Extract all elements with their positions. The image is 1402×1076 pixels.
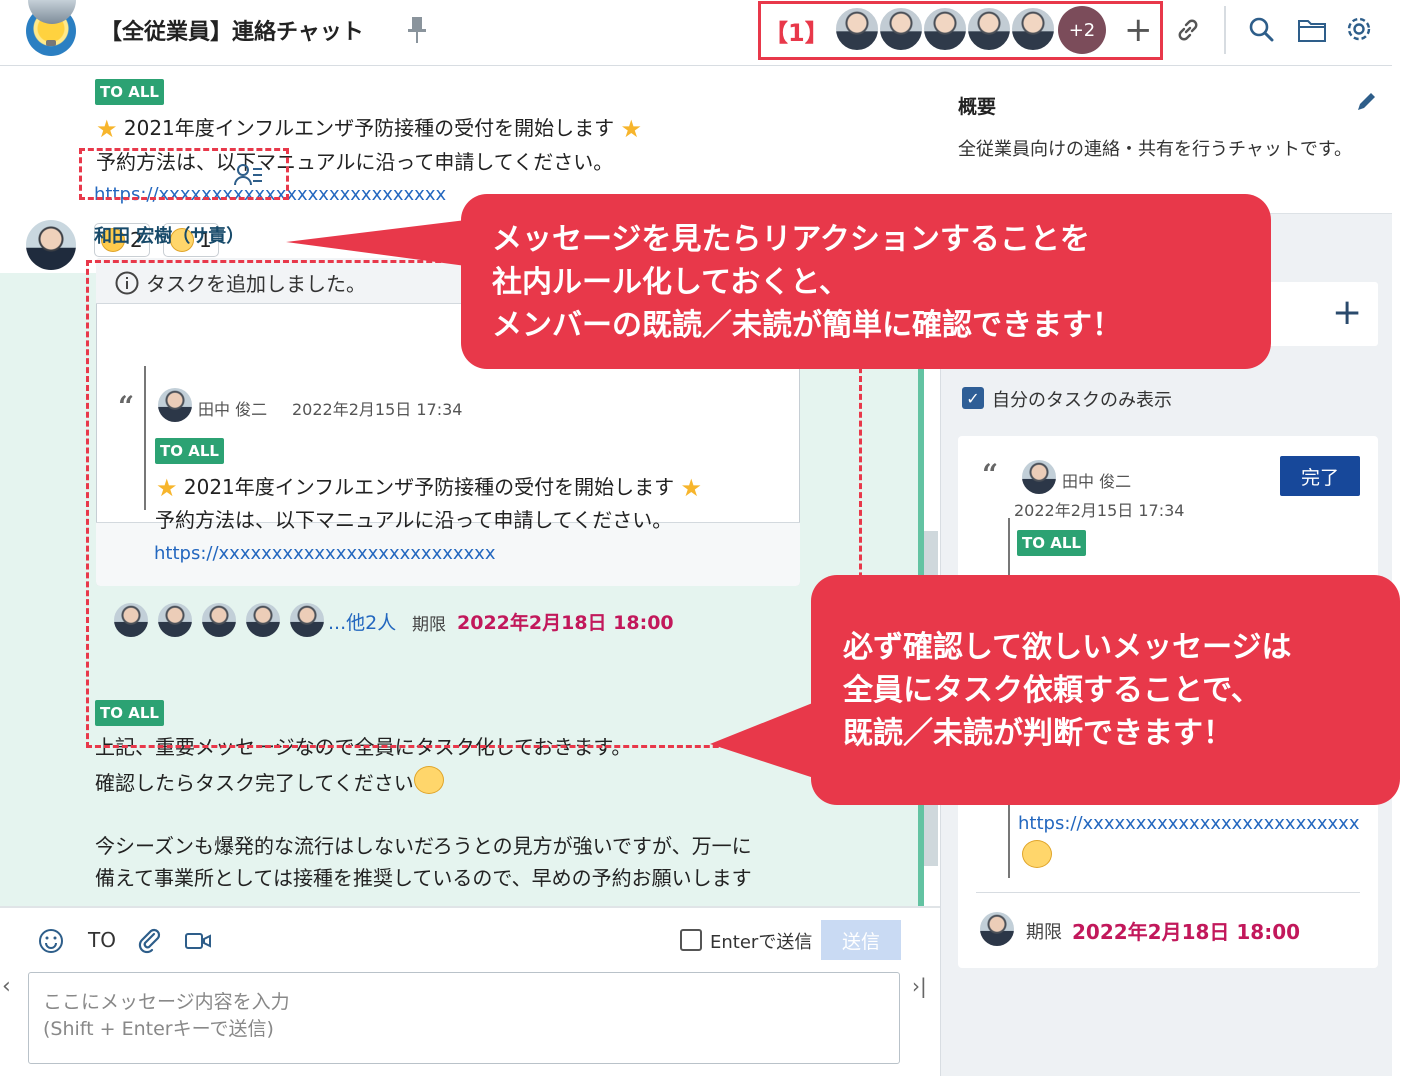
more-members-badge[interactable]: +2 bbox=[1058, 6, 1106, 54]
callout-tail bbox=[286, 220, 466, 266]
read-status-icon[interactable] bbox=[232, 158, 266, 192]
quote-author: 田中 俊二 bbox=[1062, 472, 1132, 491]
attachment-icon[interactable] bbox=[136, 926, 162, 954]
sweat-face-icon bbox=[413, 766, 444, 794]
reaction-tip-text: メッセージを見たらリアクションすることを 社内ルール化しておくと、 メンバーの既… bbox=[492, 218, 1122, 347]
overview-title: 概要 bbox=[958, 96, 997, 118]
collapse-sidebar-icon[interactable]: ›| bbox=[912, 974, 927, 998]
header-divider bbox=[1224, 6, 1226, 54]
manual-link[interactable]: https://xxxxxxxxxxxxxxxxxxxxxxxxxx bbox=[1018, 813, 1359, 834]
video-call-icon[interactable] bbox=[184, 930, 212, 952]
task-tip-text: 必ず確認して欲しいメッセージは 全員にタスク依頼することで、 既読／未読が判断で… bbox=[843, 626, 1292, 755]
callout-line: 全員にタスク依頼することで、 bbox=[843, 673, 1261, 708]
to-all-badge: TO ALL bbox=[95, 79, 164, 105]
member-avatar[interactable] bbox=[922, 6, 968, 52]
avatar[interactable] bbox=[26, 220, 76, 270]
sender-name[interactable]: 和田 宏樹（サ責） bbox=[94, 222, 244, 248]
message-line: 備えて事業所としては接種を推奨しているので、早めの予約お願いします bbox=[95, 866, 752, 890]
link-icon[interactable] bbox=[1174, 16, 1202, 44]
quote-time: 2022年2月15日 17:34 bbox=[1014, 501, 1185, 520]
callout-line: メッセージを見たらリアクションすることを bbox=[492, 222, 1090, 257]
avatar[interactable] bbox=[1022, 460, 1056, 494]
message-text: ★ 2021年度インフルエンザ予防接種の受付を開始します ★ bbox=[96, 112, 642, 145]
message-text: 確認したらタスク完了してください bbox=[95, 766, 444, 799]
composer-divider bbox=[0, 906, 940, 908]
enter-to-send-label: Enterで送信 bbox=[710, 932, 813, 953]
edit-pencil-icon[interactable] bbox=[1354, 90, 1378, 114]
due-date: 2022年2月18日 18:00 bbox=[1072, 920, 1301, 944]
sweat-face-icon bbox=[1022, 840, 1052, 868]
member-avatar[interactable] bbox=[1010, 6, 1056, 52]
message-line: 2021年度インフルエンザ予防接種の受付を開始します bbox=[123, 116, 615, 140]
send-button[interactable]: 送信 bbox=[821, 920, 901, 960]
star-icon: ★ bbox=[96, 115, 118, 143]
gear-icon[interactable] bbox=[1344, 14, 1374, 44]
callout-line: 既読／未読が判断できます！ bbox=[843, 716, 1233, 751]
chat-app: 【全従業員】連絡チャット 【1】 +2 + TO ALL ★ 2021年度インフ… bbox=[0, 0, 1402, 1076]
member-marker-label: 【1】 bbox=[764, 19, 829, 47]
enter-to-send-checkbox[interactable] bbox=[680, 929, 702, 951]
callout-tail bbox=[710, 700, 820, 780]
overview-description: 全従業員向けの連絡・共有を行うチャットです。 bbox=[958, 139, 1353, 160]
to-all-badge: TO ALL bbox=[1017, 530, 1086, 556]
quote-icon: “ bbox=[982, 458, 999, 491]
mine-only-checkbox[interactable]: ✓ bbox=[962, 387, 984, 409]
callout-line: 社内ルール化しておくと、 bbox=[492, 265, 849, 300]
due-label: 期限 bbox=[1026, 922, 1062, 943]
room-title: 【全従業員】連絡チャット bbox=[100, 20, 364, 45]
assignee-avatar[interactable] bbox=[980, 912, 1014, 946]
add-member-button[interactable]: + bbox=[1124, 10, 1153, 50]
member-avatar[interactable] bbox=[834, 6, 880, 52]
add-task-button[interactable]: + bbox=[1332, 292, 1362, 333]
to-button[interactable]: TO bbox=[88, 928, 116, 952]
search-icon[interactable] bbox=[1246, 14, 1276, 44]
callout-line: メンバーの既読／未読が簡単に確認できます！ bbox=[492, 308, 1122, 343]
message-input[interactable] bbox=[28, 972, 900, 1064]
emoji-icon[interactable] bbox=[38, 928, 64, 954]
message-line: 確認したらタスク完了してください bbox=[95, 771, 414, 795]
folder-icon[interactable] bbox=[1296, 16, 1328, 44]
star-icon: ★ bbox=[620, 115, 643, 143]
complete-task-button[interactable]: 完了 bbox=[1280, 456, 1360, 496]
callout-line: 必ず確認して欲しいメッセージは bbox=[843, 630, 1292, 665]
message-line: 今シーズンも爆発的な流行はしないだろうとの見方が強いですが、万一に bbox=[95, 834, 752, 858]
card-divider bbox=[976, 892, 1360, 893]
mine-only-label: 自分のタスクのみ表示 bbox=[992, 390, 1172, 411]
pin-icon[interactable] bbox=[404, 14, 430, 46]
member-avatar[interactable] bbox=[966, 6, 1012, 52]
member-avatar[interactable] bbox=[878, 6, 924, 52]
chevron-left-icon[interactable]: ‹ bbox=[2, 974, 11, 999]
